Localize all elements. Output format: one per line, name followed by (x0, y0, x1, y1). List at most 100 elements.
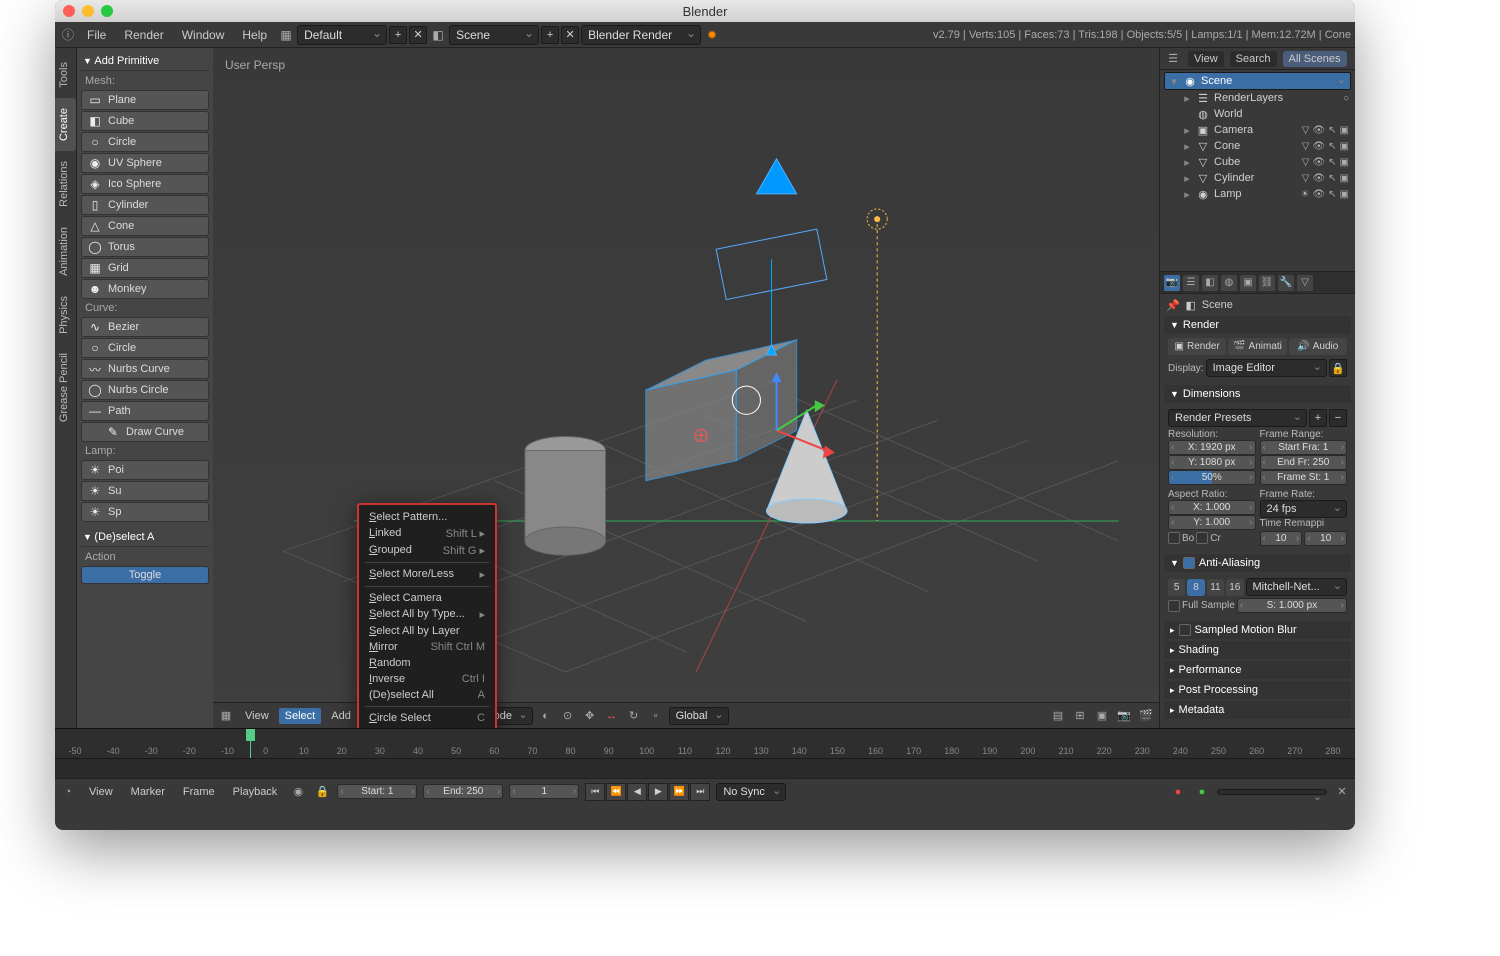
border-check[interactable] (1168, 532, 1180, 544)
full-sample-check[interactable] (1168, 600, 1180, 612)
render-section-header[interactable]: Render (1164, 316, 1351, 334)
next-keyframe-button[interactable]: ⏩ (669, 783, 689, 801)
add-lamp-sp-button[interactable]: ☀Sp (81, 502, 209, 522)
tl-view[interactable]: View (83, 784, 119, 800)
tl-frame[interactable]: Frame (177, 784, 221, 800)
motion-blur-check[interactable] (1179, 624, 1191, 636)
layout-delete-button[interactable]: ✕ (409, 26, 427, 44)
add-mesh-cylinder-button[interactable]: ▯Cylinder (81, 195, 209, 215)
outliner-world[interactable]: ◍World (1164, 106, 1351, 122)
selectable-icon[interactable]: ↖ (1328, 157, 1336, 168)
menu-item-select-all-by-type-[interactable]: Select All by Type... ▸ (359, 606, 495, 623)
aa-enable-check[interactable] (1183, 557, 1195, 569)
outliner-camera[interactable]: ▸▣Camera▽👁↖▣ (1164, 122, 1351, 138)
keying-set-select[interactable] (1217, 789, 1327, 795)
aa-samples-16[interactable]: 16 (1226, 579, 1243, 596)
renderable-icon[interactable]: ▣ (1340, 157, 1349, 168)
add-mesh-uv-sphere-button[interactable]: ◉UV Sphere (81, 153, 209, 173)
clapboard-icon[interactable]: 🎬 (1137, 707, 1155, 725)
keying-delete-icon[interactable]: ✕ (1333, 783, 1351, 801)
render-engine-select[interactable]: Blender Render (581, 25, 701, 45)
frame-step-field[interactable]: Frame St: 1 (1260, 470, 1348, 485)
renderable-icon[interactable]: ▣ (1340, 141, 1349, 152)
add-mesh-grid-button[interactable]: ▦Grid (81, 258, 209, 278)
render-button[interactable]: ▣Render (1168, 338, 1226, 355)
object-tab-icon[interactable]: ▣ (1240, 275, 1256, 291)
lock-icon[interactable]: 🔒 (313, 783, 331, 801)
preset-remove-button[interactable]: − (1329, 409, 1347, 427)
crop-check[interactable] (1196, 532, 1208, 544)
menu-item-select-pattern-[interactable]: Select Pattern... (359, 509, 495, 525)
mesh-data-icon[interactable]: ▽ (1302, 125, 1310, 136)
start-frame-field[interactable]: Start Fra: 1 (1260, 440, 1348, 455)
mesh-data-icon[interactable]: ▽ (1302, 173, 1310, 184)
resolution-x-field[interactable]: X: 1920 px (1168, 440, 1256, 455)
scene-icon[interactable]: ◧ (429, 26, 447, 44)
world-tab-icon[interactable]: ◍ (1221, 275, 1237, 291)
aspect-x-field[interactable]: X: 1.000 (1168, 500, 1256, 515)
add-lamp-poi-button[interactable]: ☀Poi (81, 460, 209, 480)
menu-help[interactable]: Help (234, 25, 275, 45)
cube-object[interactable] (646, 340, 797, 481)
end-frame-field[interactable]: End Fr: 250 (1260, 455, 1348, 470)
constraints-tab-icon[interactable]: ⛓ (1259, 275, 1275, 291)
render-presets-select[interactable]: Render Presets (1168, 409, 1307, 427)
camera-object[interactable] (716, 159, 827, 355)
pin-icon[interactable]: 📌 (1166, 299, 1180, 312)
orientation-select[interactable]: Global (669, 707, 729, 725)
add-mesh-cube-button[interactable]: ◧Cube (81, 111, 209, 131)
menu-item-grouped[interactable]: GroupedShift G ▸ (359, 542, 495, 559)
animation-button[interactable]: 🎬Animati (1228, 338, 1286, 355)
tab-animation[interactable]: Animation (55, 217, 76, 286)
3d-viewport[interactable]: User Persp (213, 48, 1159, 728)
add-curve-path-button[interactable]: —Path (81, 401, 209, 421)
outliner-search-btn[interactable]: Search (1230, 51, 1277, 67)
prev-keyframe-button[interactable]: ⏪ (606, 783, 626, 801)
add-mesh-cone-button[interactable]: △Cone (81, 216, 209, 236)
deselect-all-header[interactable]: (De)select A (81, 528, 209, 547)
end-frame-input[interactable]: End: 250 (423, 784, 503, 799)
auto-keyframe-icon[interactable]: ◉ (289, 783, 307, 801)
dimensions-header[interactable]: Dimensions (1164, 385, 1351, 403)
tab-relations[interactable]: Relations (55, 151, 76, 217)
tab-grease-pencil[interactable]: Grease Pencil (55, 343, 76, 432)
info-editor-icon[interactable]: ⓘ (59, 26, 77, 44)
mesh-data-icon[interactable]: ▽ (1302, 157, 1310, 168)
menu-file[interactable]: File (79, 25, 114, 45)
renderable-icon[interactable]: ▣ (1340, 189, 1349, 200)
overlays-icon[interactable]: ▤ (1049, 707, 1067, 725)
outliner-renderlayers[interactable]: ▸☰RenderLayers○ (1164, 90, 1351, 106)
outliner-cone[interactable]: ▸▽Cone▽👁↖▣ (1164, 138, 1351, 154)
play-button[interactable]: ▶ (648, 783, 668, 801)
menu-item-select-more-less[interactable]: Select More/Less ▸ (359, 566, 495, 583)
vp-menu-view[interactable]: View (239, 708, 275, 724)
fps-select[interactable]: 24 fps (1260, 500, 1348, 518)
menu-item-linked[interactable]: LinkedShift L ▸ (359, 525, 495, 542)
outliner-lamp[interactable]: ▸◉Lamp☀👁↖▣ (1164, 186, 1351, 202)
add-mesh-circle-button[interactable]: ○Circle (81, 132, 209, 152)
manipulator-icon[interactable]: ✥ (581, 707, 599, 725)
jump-end-button[interactable]: ⏭ (690, 783, 710, 801)
menu-item-select-camera[interactable]: Select Camera (359, 590, 495, 606)
jump-start-button[interactable]: ⏮ (585, 783, 605, 801)
tl-marker[interactable]: Marker (125, 784, 171, 800)
add-curve-nurbs-circle-button[interactable]: ◯Nurbs Circle (81, 380, 209, 400)
outliner-editor-icon[interactable]: ☰ (1164, 50, 1182, 68)
display-select[interactable]: Image Editor (1206, 359, 1327, 377)
add-mesh-ico-sphere-button[interactable]: ◈Ico Sphere (81, 174, 209, 194)
screen-layout-select[interactable]: Default (297, 25, 387, 45)
menu-item-border-select[interactable]: Border SelectB (359, 726, 495, 728)
cylinder-object[interactable] (525, 436, 606, 555)
scene-add-button[interactable]: + (541, 26, 559, 44)
menu-item-mirror[interactable]: MirrorShift Ctrl M (359, 639, 495, 655)
section-performance[interactable]: Performance (1164, 661, 1351, 679)
scene-delete-button[interactable]: ✕ (561, 26, 579, 44)
preset-add-button[interactable]: + (1309, 409, 1327, 427)
layout-add-button[interactable]: + (389, 26, 407, 44)
vp-menu-add[interactable]: Add (325, 708, 357, 724)
mesh-data-icon[interactable]: ▽ (1302, 141, 1310, 152)
menu-item-random[interactable]: Random (359, 655, 495, 671)
visibility-icon[interactable]: 👁 (1312, 141, 1325, 152)
visibility-icon[interactable]: 👁 (1312, 189, 1325, 200)
section-shading[interactable]: Shading (1164, 641, 1351, 659)
